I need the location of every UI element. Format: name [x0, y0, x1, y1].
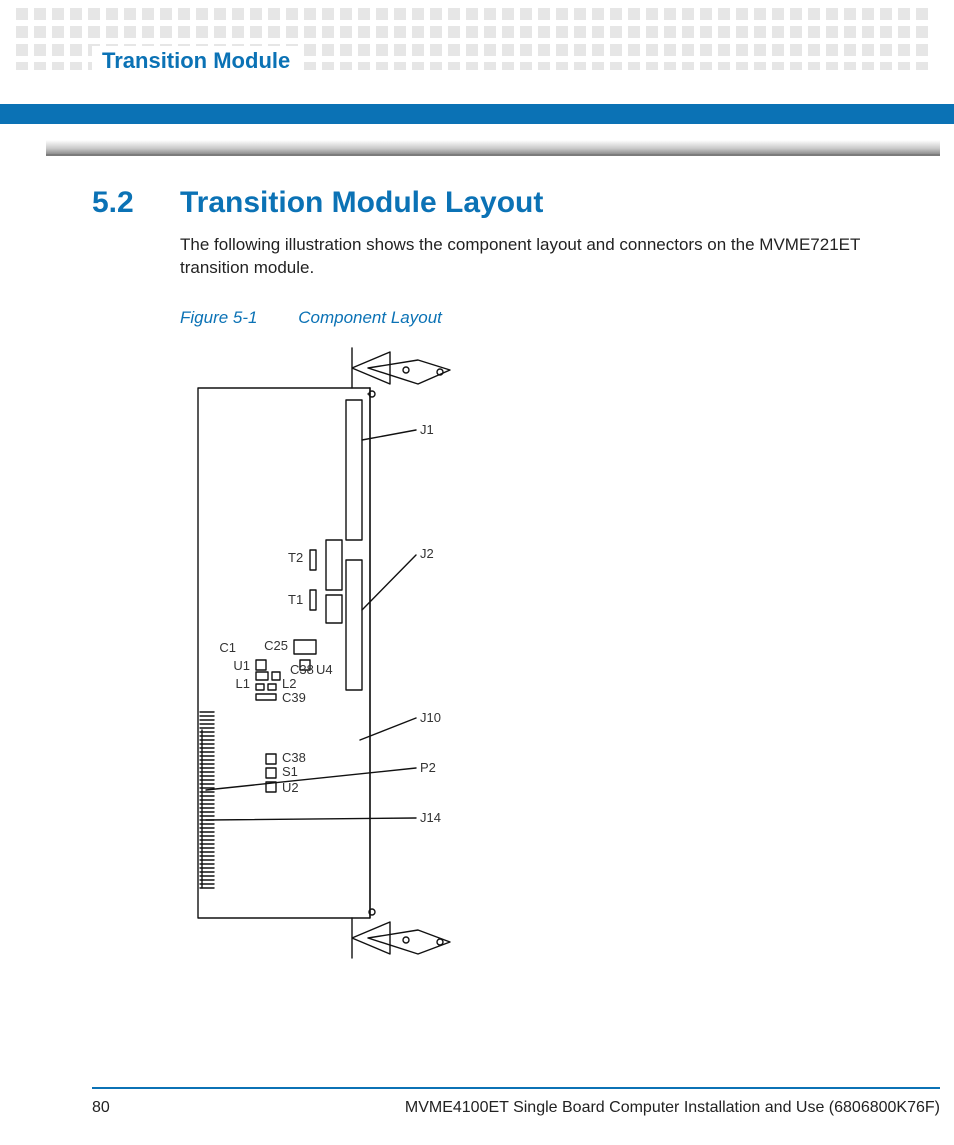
header-gradient-bar [46, 140, 940, 156]
diagram-label-c39: C39 [282, 690, 306, 705]
section-number: 5.2 [92, 186, 134, 220]
section-body-text: The following illustration shows the com… [180, 234, 870, 280]
diagram-label-u2: U2 [282, 780, 299, 795]
diagram-label-j10: J10 [420, 710, 441, 725]
diagram-label-s1: S1 [282, 764, 298, 779]
page-number: 80 [92, 1099, 110, 1117]
figure-caption: Figure 5-1 Component Layout [180, 308, 442, 328]
footer-rule [92, 1087, 940, 1089]
diagram-label-j14: J14 [420, 810, 441, 825]
diagram-label-l2: L2 [282, 676, 296, 691]
header-blue-bar [0, 104, 954, 124]
diagram-label-c1: C1 [219, 640, 236, 655]
diagram-label-j2: J2 [420, 546, 434, 561]
figure-caption-text: Component Layout [298, 308, 442, 327]
diagram-label-c25: C25 [264, 638, 288, 653]
figure-caption-number: Figure 5-1 [180, 308, 257, 327]
diagram-label-u4: U4 [316, 662, 333, 677]
chapter-title: Transition Module [92, 46, 300, 76]
diagram-label-t1: T1 [288, 592, 303, 607]
diagram-label-l1: L1 [236, 676, 250, 691]
diagram-label-p2: P2 [420, 760, 436, 775]
section-title: Transition Module Layout [180, 186, 543, 220]
component-layout-diagram: J1 J2 J10 P2 J14 T2 T1 C1 C25 U1 C38 U4 … [150, 340, 710, 960]
diagram-label-j1: J1 [420, 422, 434, 437]
document-title-footer: MVME4100ET Single Board Computer Install… [405, 1099, 940, 1117]
diagram-label-c38b: C38 [282, 750, 306, 765]
diagram-label-u1: U1 [233, 658, 250, 673]
diagram-label-c38a: C38 [290, 662, 314, 677]
diagram-label-t2: T2 [288, 550, 303, 565]
